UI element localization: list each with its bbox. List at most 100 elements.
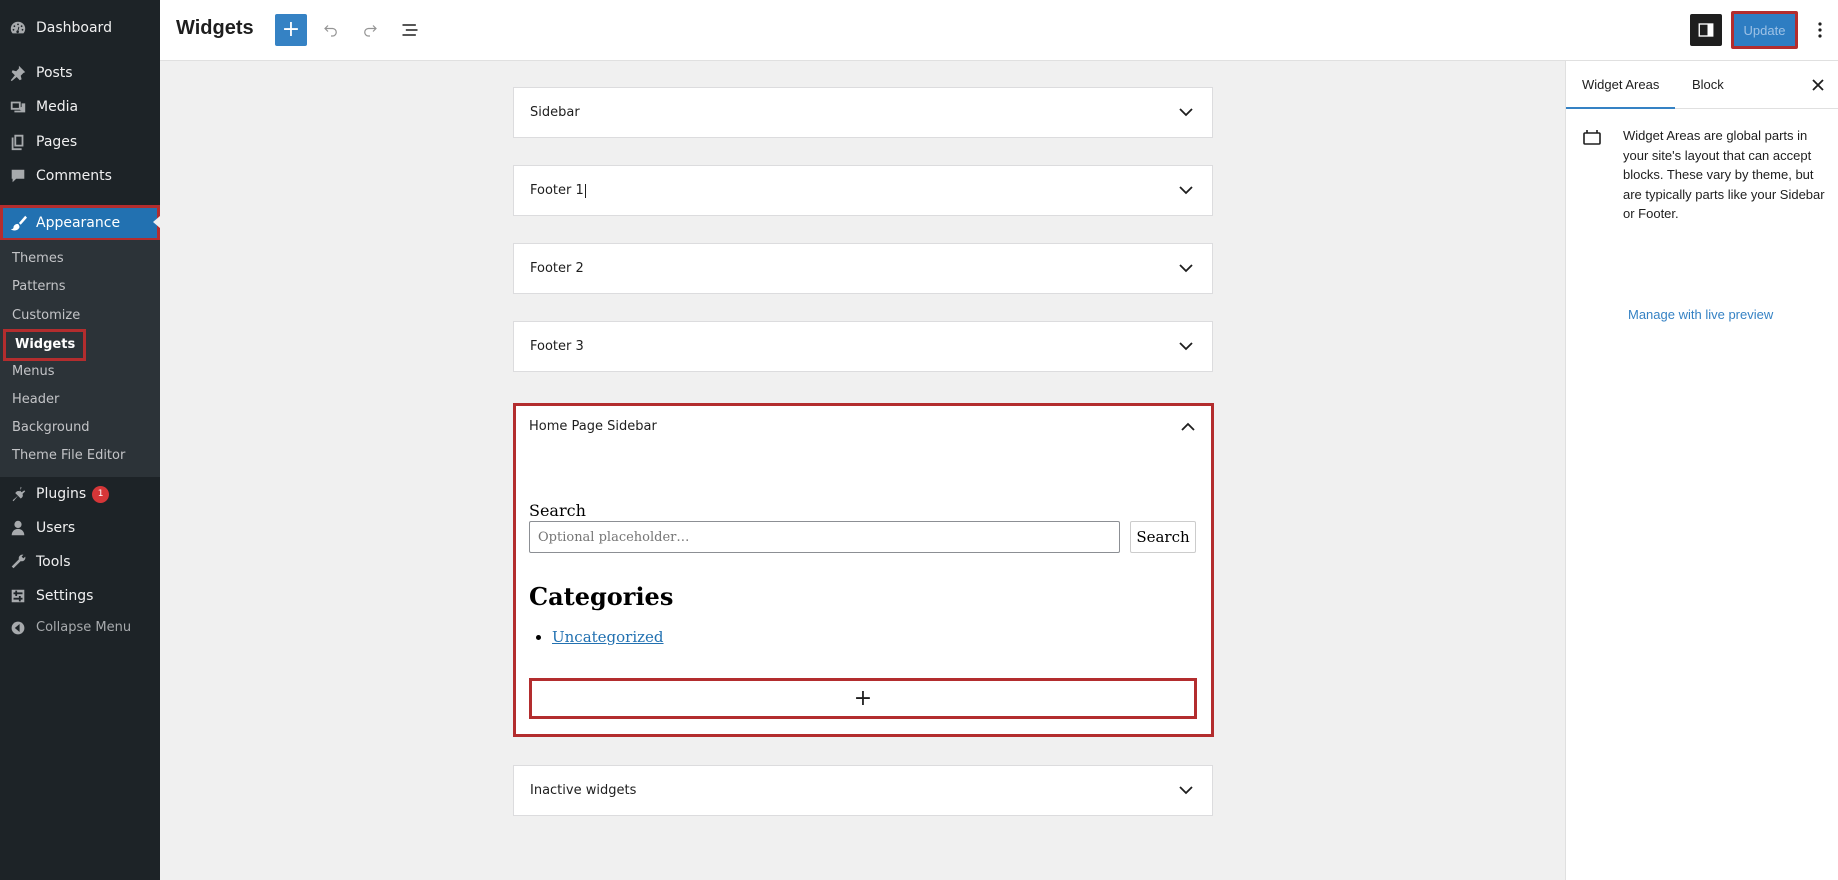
menu-label-users: Users — [36, 520, 76, 536]
submenu-item-menus[interactable]: Menus — [12, 363, 54, 381]
close-panel-button[interactable] — [1806, 73, 1830, 97]
chevron-down-icon — [1176, 337, 1196, 357]
redo-button[interactable] — [354, 14, 386, 46]
chevron-down-icon — [1176, 103, 1196, 123]
widget-area-title: Sidebar — [530, 105, 580, 120]
category-item: Uncategorized — [552, 628, 664, 646]
users-icon — [0, 519, 36, 537]
widget-area-inactive-widgets[interactable]: Inactive widgets — [513, 765, 1213, 816]
search-widget-button[interactable]: Search — [1130, 521, 1196, 553]
widget-area-footer-3[interactable]: Footer 3 — [513, 321, 1213, 372]
block-appender-button[interactable]: + — [529, 678, 1197, 719]
widget-area-footer-2[interactable]: Footer 2 — [513, 243, 1213, 294]
settings-sidebar-toggle[interactable] — [1690, 14, 1722, 46]
menu-label-dashboard: Dashboard — [36, 20, 112, 36]
manage-live-preview-link[interactable]: Manage with live preview — [1628, 307, 1773, 322]
menu-item-media[interactable]: Media — [0, 90, 160, 124]
sidebar-toggle-icon — [1698, 23, 1714, 37]
menu-item-appearance[interactable]: Appearance — [0, 205, 160, 241]
submenu-item-background[interactable]: Background — [12, 419, 90, 437]
chevron-down-icon — [1176, 181, 1196, 201]
widget-area-title: Footer 2 — [530, 261, 584, 276]
menu-label-appearance: Appearance — [36, 215, 121, 231]
media-icon — [0, 98, 36, 116]
dashboard-icon — [0, 19, 36, 37]
submenu-item-widgets[interactable]: Widgets — [3, 329, 86, 361]
menu-label-plugins: Plugins — [36, 486, 87, 502]
menu-label-media: Media — [36, 99, 79, 115]
list-view-icon — [402, 24, 418, 36]
settings-tabs: Widget Areas Block — [1566, 61, 1838, 109]
pages-icon — [0, 133, 36, 151]
collapse-arrow-icon — [0, 620, 36, 636]
widget-area-header[interactable]: Footer 3 — [514, 322, 1212, 371]
options-menu-button[interactable] — [1808, 14, 1832, 46]
update-button[interactable]: Update — [1731, 11, 1798, 49]
category-link-uncategorized[interactable]: Uncategorized — [552, 628, 664, 646]
pushpin-icon — [0, 64, 36, 82]
menu-label-tools: Tools — [36, 554, 71, 570]
menu-label-settings: Settings — [36, 588, 94, 604]
plugins-update-badge: 1 — [92, 485, 110, 503]
comments-icon — [0, 167, 36, 185]
undo-button[interactable] — [315, 14, 347, 46]
submenu-item-themes[interactable]: Themes — [12, 250, 64, 268]
list-view-button[interactable] — [394, 14, 426, 46]
menu-item-tools[interactable]: Tools — [0, 545, 160, 579]
redo-icon — [364, 25, 377, 37]
widget-area-header[interactable]: Inactive widgets — [514, 766, 1212, 815]
plus-icon: + — [281, 17, 301, 42]
menu-item-posts[interactable]: Posts — [0, 56, 160, 90]
widgets-canvas: Sidebar Footer 1 Footer 2 Footer 3 Home … — [160, 61, 1565, 880]
widget-area-title: Home Page Sidebar — [529, 419, 657, 434]
current-menu-arrow — [153, 216, 160, 228]
submenu-item-header[interactable]: Header — [12, 391, 59, 409]
editor-header: Widgets + Update — [160, 0, 1838, 61]
widget-area-header[interactable]: Footer 1 — [514, 166, 1212, 215]
widget-area-header[interactable]: Home Page Sidebar — [516, 406, 1211, 447]
admin-sidebar: Dashboard Posts Media Pages Comments App… — [0, 0, 160, 880]
appearance-brush-icon — [0, 214, 36, 232]
widget-area-header[interactable]: Sidebar — [514, 88, 1212, 137]
tab-block[interactable]: Block — [1676, 61, 1740, 109]
undo-icon — [324, 25, 337, 37]
menu-item-dashboard[interactable]: Dashboard — [0, 11, 160, 45]
categories-heading: Categories — [529, 582, 674, 611]
widget-area-title: Inactive widgets — [530, 783, 637, 798]
close-icon — [1812, 79, 1824, 91]
menu-item-plugins[interactable]: Plugins 1 — [0, 477, 160, 511]
widget-area-footer-1[interactable]: Footer 1 — [513, 165, 1213, 216]
search-widget-input[interactable] — [529, 521, 1120, 553]
submenu-item-patterns[interactable]: Patterns — [12, 278, 66, 296]
menu-item-settings[interactable]: Settings — [0, 579, 160, 613]
add-block-button[interactable]: + — [275, 14, 307, 46]
widget-area-header[interactable]: Footer 2 — [514, 244, 1212, 293]
collapse-menu-label: Collapse Menu — [36, 620, 132, 635]
menu-item-pages[interactable]: Pages — [0, 125, 160, 159]
menu-item-comments[interactable]: Comments — [0, 159, 160, 193]
widget-area-sidebar[interactable]: Sidebar — [513, 87, 1213, 138]
submenu-item-customize[interactable]: Customize — [12, 307, 80, 325]
more-vertical-icon — [1818, 22, 1822, 38]
chevron-down-icon — [1176, 781, 1196, 801]
page-title: Widgets — [176, 17, 254, 39]
text-cursor — [584, 183, 586, 198]
menu-label-comments: Comments — [36, 168, 112, 184]
plugins-icon — [0, 485, 36, 503]
submenu-item-theme-file-editor[interactable]: Theme File Editor — [12, 447, 125, 465]
categories-list: Uncategorized — [552, 628, 664, 646]
chevron-up-icon — [1178, 417, 1198, 437]
settings-panel: Widget Areas Block Widget Areas are glob… — [1565, 61, 1838, 880]
widget-area-title-wrapper: Footer 1 — [530, 183, 586, 198]
tab-widget-areas[interactable]: Widget Areas — [1566, 61, 1676, 109]
settings-sliders-icon — [0, 587, 36, 605]
widget-area-icon — [1582, 128, 1602, 150]
widget-area-title: Footer 3 — [530, 339, 584, 354]
search-widget-label: Search — [529, 501, 586, 520]
widget-area-title: Footer 1 — [530, 183, 584, 198]
widget-area-home-page-sidebar[interactable]: Home Page Sidebar Search Search Categori… — [513, 403, 1214, 737]
collapse-menu-button[interactable]: Collapse Menu — [0, 611, 160, 645]
widget-areas-description: Widget Areas are global parts in your si… — [1623, 128, 1825, 221]
wrench-icon — [0, 553, 36, 571]
menu-item-users[interactable]: Users — [0, 511, 160, 545]
